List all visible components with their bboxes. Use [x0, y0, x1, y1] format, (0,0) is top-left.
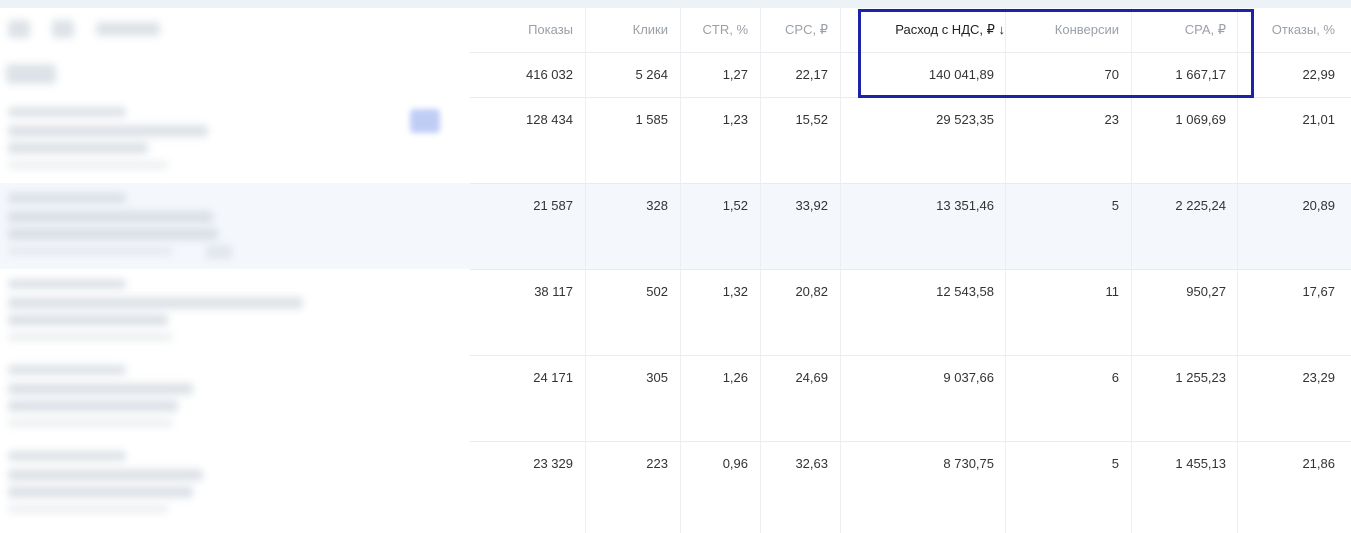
- cell-impressions: 128 434: [526, 112, 573, 127]
- total-bounce: 22,99: [1302, 67, 1335, 82]
- col-header-cpc[interactable]: CPC, ₽: [785, 22, 828, 38]
- table-row[interactable]: 21 587 328 1,52 33,92 13 351,46 5 2 225,…: [470, 183, 1351, 269]
- col-header-bounce[interactable]: Отказы, %: [1272, 22, 1335, 37]
- cell-spend: 29 523,35: [936, 112, 994, 127]
- cell-cpa: 2 225,24: [1175, 198, 1226, 213]
- left-row-3: [0, 269, 470, 355]
- cell-impressions: 21 587: [533, 198, 573, 213]
- cell-spend: 8 730,75: [943, 456, 994, 471]
- cell-impressions: 23 329: [533, 456, 573, 471]
- cell-bounce: 23,29: [1302, 370, 1335, 385]
- table-row[interactable]: 38 117 502 1,32 20,82 12 543,58 11 950,2…: [470, 269, 1351, 355]
- col-header-impressions[interactable]: Показы: [528, 22, 573, 37]
- total-clicks: 5 264: [635, 67, 668, 82]
- left-header: [0, 8, 470, 52]
- cell-clicks: 328: [646, 198, 668, 213]
- cell-ctr: 1,32: [722, 284, 748, 299]
- cell-conversions: 5: [1111, 198, 1119, 213]
- cell-conversions: 6: [1111, 370, 1119, 385]
- cell-conversions: 23: [1104, 112, 1119, 127]
- cell-cpc: 33,92: [795, 198, 828, 213]
- cell-bounce: 21,86: [1302, 456, 1335, 471]
- cell-cpc: 15,52: [795, 112, 828, 127]
- cell-cpc: 32,63: [795, 456, 828, 471]
- cell-ctr: 1,52: [722, 198, 748, 213]
- cell-conversions: 11: [1105, 284, 1120, 299]
- table-row[interactable]: 128 434 1 585 1,23 15,52 29 523,35 23 1 …: [470, 97, 1351, 183]
- cell-impressions: 38 117: [534, 284, 573, 299]
- cell-cpa: 1 255,23: [1175, 370, 1226, 385]
- cell-clicks: 223: [646, 456, 668, 471]
- cell-cpc: 20,82: [795, 284, 828, 299]
- top-strip: [0, 0, 1351, 8]
- cell-cpa: 950,27: [1186, 284, 1226, 299]
- cell-spend: 13 351,46: [936, 198, 994, 213]
- cell-spend: 12 543,58: [936, 284, 994, 299]
- blurred-badge[interactable]: [410, 109, 440, 133]
- total-cpc: 22,17: [795, 67, 828, 82]
- left-row-5: [0, 441, 470, 533]
- cell-bounce: 20,89: [1302, 198, 1335, 213]
- cell-ctr: 0,96: [722, 456, 748, 471]
- cell-bounce: 17,67: [1302, 284, 1335, 299]
- left-row-4: [0, 355, 470, 441]
- cell-bounce: 21,01: [1302, 112, 1335, 127]
- blurred-name-column: [0, 8, 470, 533]
- total-ctr: 1,27: [722, 67, 748, 82]
- cell-clicks: 502: [646, 284, 668, 299]
- table-row[interactable]: 23 329 223 0,96 32,63 8 730,75 5 1 455,1…: [470, 441, 1351, 533]
- col-header-clicks[interactable]: Клики: [633, 22, 668, 37]
- cell-spend: 9 037,66: [943, 370, 994, 385]
- cell-impressions: 24 171: [533, 370, 573, 385]
- cell-cpa: 1 455,13: [1175, 456, 1226, 471]
- table-row[interactable]: 24 171 305 1,26 24,69 9 037,66 6 1 255,2…: [470, 355, 1351, 441]
- col-header-ctr[interactable]: CTR, %: [703, 22, 749, 37]
- cell-ctr: 1,23: [722, 112, 748, 127]
- cell-cpc: 24,69: [795, 370, 828, 385]
- cell-clicks: 1 585: [635, 112, 668, 127]
- cell-cpa: 1 069,69: [1175, 112, 1226, 127]
- cell-conversions: 5: [1111, 456, 1119, 471]
- total-impressions: 416 032: [526, 67, 573, 82]
- left-row-2: [0, 183, 470, 269]
- left-total-row: [0, 52, 470, 97]
- annotation-highlight-box: [858, 9, 1254, 98]
- cell-ctr: 1,26: [722, 370, 748, 385]
- left-row-1: [0, 97, 470, 183]
- cell-clicks: 305: [646, 370, 668, 385]
